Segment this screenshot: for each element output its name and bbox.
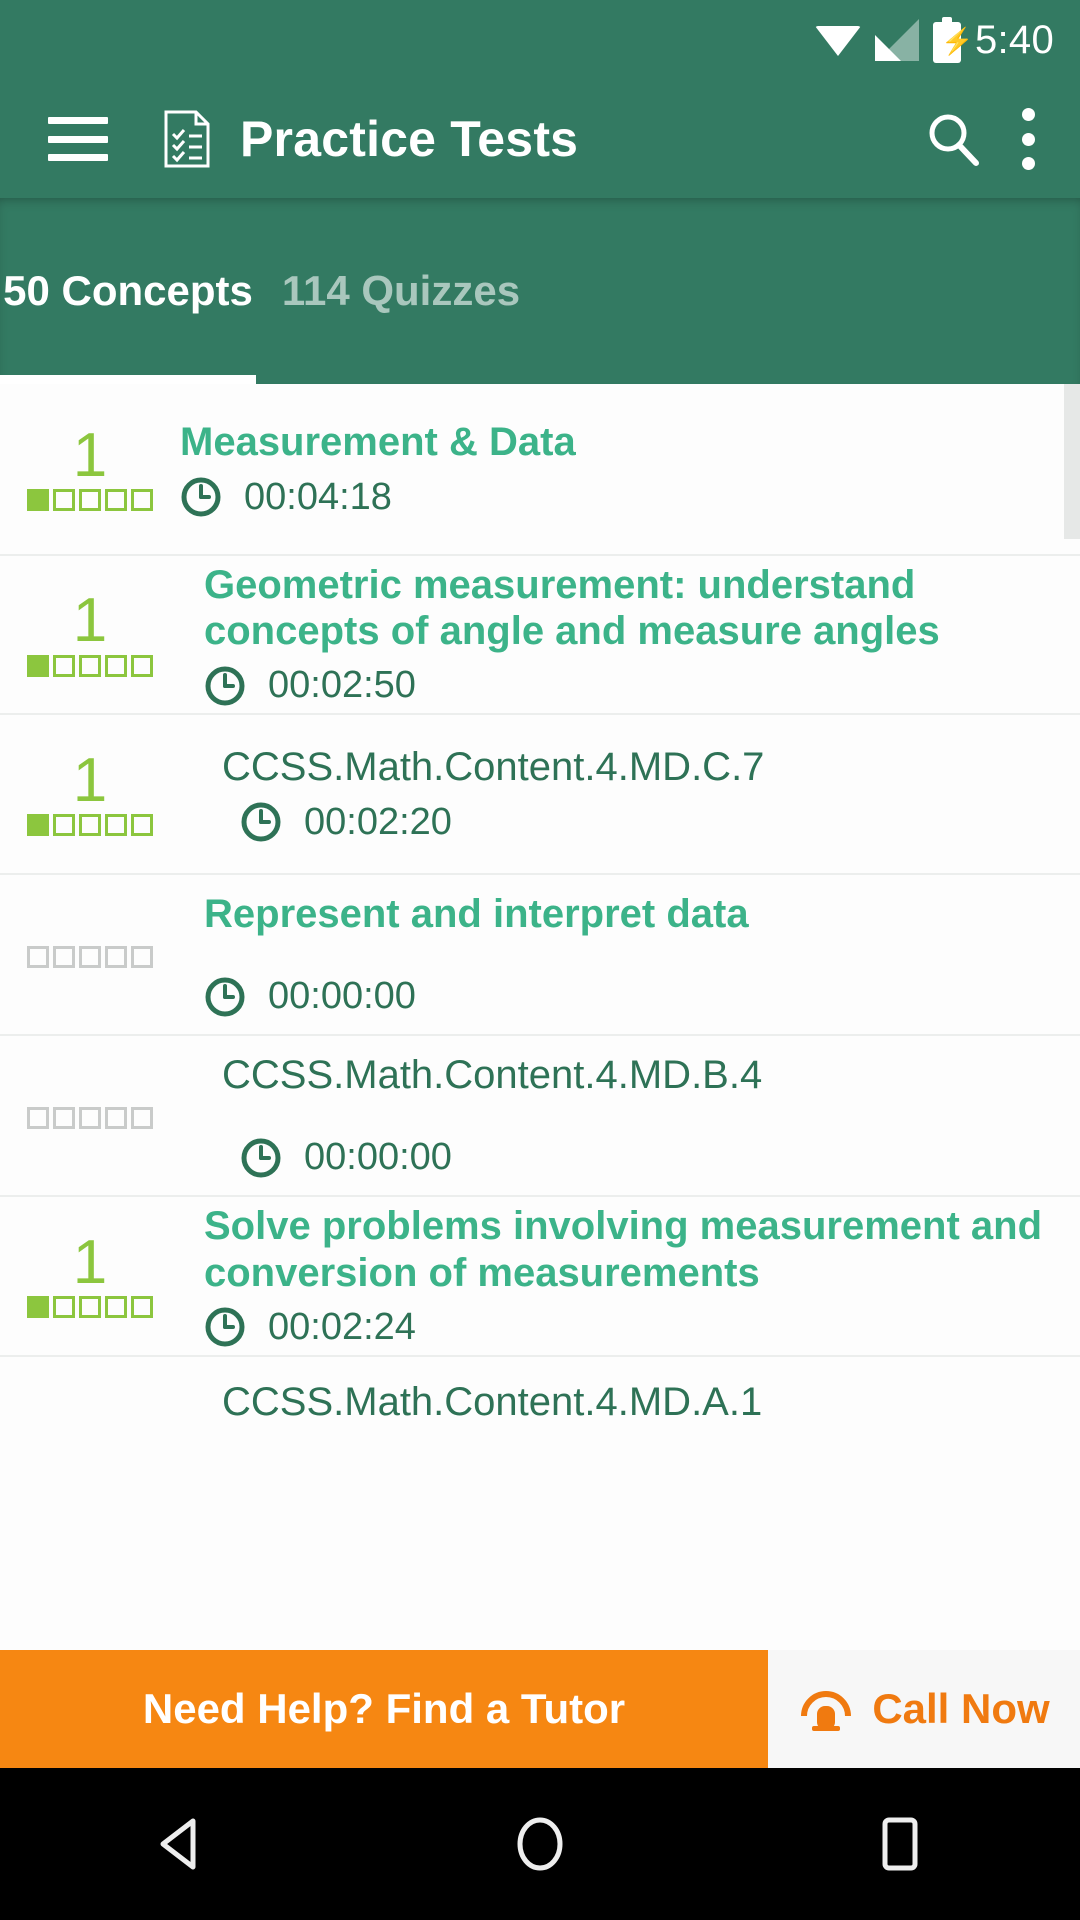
clock-icon — [240, 801, 282, 843]
level-indicator — [0, 1103, 180, 1129]
battery-charging-icon: ⚡ — [932, 17, 973, 63]
tutor-banner: Need Help? Find a Tutor Call Now — [0, 1650, 1080, 1768]
tab-concepts[interactable]: 50 Concepts — [0, 198, 256, 384]
table-row[interactable]: 1 Geometric measurement: understand conc… — [0, 556, 1080, 715]
tab-selected-indicator — [0, 375, 256, 384]
phone-screen: ⚡ 5:40 Practice Tests 50 Concepts 114 Qu… — [0, 0, 1080, 1920]
level-number: 1 — [72, 420, 108, 490]
hamburger-menu-icon[interactable] — [48, 117, 108, 161]
row-time: 00:00:00 — [222, 1136, 1050, 1179]
row-title: Solve problems involving measurement and… — [204, 1204, 1043, 1295]
table-row[interactable]: Represent and interpret data 00:00:00 — [0, 875, 1080, 1036]
row-content: Represent and interpret data 00:00:00 — [180, 891, 1080, 1018]
clock-icon — [180, 476, 222, 518]
row-title: CCSS.Math.Content.4.MD.B.4 — [222, 1052, 763, 1097]
home-circle-icon[interactable] — [450, 1768, 630, 1920]
level-number: 1 — [72, 586, 108, 656]
table-row[interactable]: 1 Solve problems involving measurement a… — [0, 1197, 1080, 1357]
progress-squares — [27, 654, 153, 677]
row-time-text: 00:02:20 — [304, 800, 452, 843]
clock-icon — [240, 1137, 282, 1179]
row-content: CCSS.Math.Content.4.MD.B.4 00:00:00 — [180, 1052, 1080, 1179]
row-title: CCSS.Math.Content.4.MD.C.7 — [222, 745, 765, 790]
clock-icon — [204, 665, 246, 707]
level-indicator: 1 — [0, 420, 180, 512]
search-icon[interactable] — [924, 110, 982, 168]
progress-squares — [27, 1296, 153, 1319]
row-time: 00:02:24 — [204, 1306, 1050, 1349]
row-content: Measurement & Data 00:04:18 — [180, 419, 1080, 518]
level-number: 1 — [72, 1227, 108, 1297]
android-nav-bar — [0, 1768, 1080, 1920]
row-time: 00:00:00 — [204, 975, 1050, 1018]
level-indicator: 1 — [0, 586, 180, 677]
tab-bar: 50 Concepts 114 Quizzes — [0, 198, 1080, 384]
row-content: CCSS.Math.Content.4.MD.C.7 00:02:20 — [180, 744, 1080, 843]
wifi-icon — [814, 20, 861, 60]
clock-icon — [204, 976, 246, 1018]
table-row[interactable]: 1 CCSS.Math.Content.4.MD.C.7 00:02:20 — [0, 715, 1080, 875]
row-time: 00:04:18 — [180, 476, 1050, 519]
row-content: Geometric measurement: understand concep… — [180, 562, 1080, 708]
table-row[interactable]: CCSS.Math.Content.4.MD.A.1 — [0, 1357, 1080, 1507]
tab-quizzes-label: 114 Quizzes — [281, 267, 521, 314]
concepts-list[interactable]: 1 Measurement & Data 00:04:18 1 Geometri… — [0, 384, 1080, 1672]
row-time-text: 00:00:00 — [304, 1136, 452, 1179]
page-title: Practice Tests — [240, 111, 579, 167]
tab-quizzes[interactable]: 114 Quizzes — [256, 198, 546, 384]
row-title: Measurement & Data — [180, 420, 576, 465]
level-indicator — [0, 942, 180, 968]
table-row[interactable]: 1 Measurement & Data 00:04:18 — [0, 384, 1080, 556]
row-time: 00:02:20 — [222, 801, 1050, 844]
back-triangle-icon[interactable] — [90, 1768, 270, 1920]
call-now-label: Call Now — [872, 1685, 1050, 1732]
call-now-button[interactable]: Call Now — [768, 1650, 1080, 1768]
row-content: Solve problems involving measurement and… — [180, 1203, 1080, 1349]
status-bar-time: 5:40 — [974, 17, 1054, 62]
table-row[interactable]: CCSS.Math.Content.4.MD.B.4 00:00:00 — [0, 1036, 1080, 1197]
overflow-menu-icon[interactable] — [1020, 108, 1036, 170]
list-scrollbar[interactable] — [1064, 384, 1080, 1672]
app-bar: Practice Tests — [0, 80, 1080, 198]
row-content: CCSS.Math.Content.4.MD.A.1 — [180, 1357, 1080, 1435]
tab-concepts-label: 50 Concepts — [3, 267, 253, 314]
row-time-text: 00:02:50 — [268, 664, 416, 707]
progress-squares — [27, 945, 153, 968]
level-number: 1 — [72, 745, 108, 815]
level-indicator: 1 — [0, 1227, 180, 1319]
row-time-text: 00:00:00 — [268, 975, 416, 1018]
cellular-signal-icon — [874, 19, 919, 61]
progress-squares — [27, 489, 153, 512]
row-time: 00:02:50 — [204, 664, 1050, 707]
telephone-icon — [798, 1686, 854, 1732]
progress-squares — [27, 1106, 153, 1129]
recents-square-icon[interactable] — [810, 1768, 990, 1920]
find-tutor-label: Need Help? Find a Tutor — [142, 1685, 626, 1732]
row-time-text: 00:04:18 — [244, 475, 392, 518]
row-title: CCSS.Math.Content.4.MD.A.1 — [222, 1380, 763, 1424]
find-tutor-button[interactable]: Need Help? Find a Tutor — [0, 1650, 768, 1768]
app-bar-actions — [924, 108, 1080, 170]
scrollbar-thumb[interactable] — [1064, 384, 1080, 539]
status-bar: ⚡ 5:40 — [0, 0, 1080, 80]
progress-squares — [27, 814, 153, 837]
row-time-text: 00:02:24 — [268, 1305, 416, 1348]
clock-icon — [204, 1306, 246, 1348]
checklist-document-icon — [162, 110, 212, 168]
row-title: Geometric measurement: understand concep… — [204, 562, 940, 653]
row-title: Represent and interpret data — [204, 891, 749, 936]
level-indicator: 1 — [0, 745, 180, 837]
